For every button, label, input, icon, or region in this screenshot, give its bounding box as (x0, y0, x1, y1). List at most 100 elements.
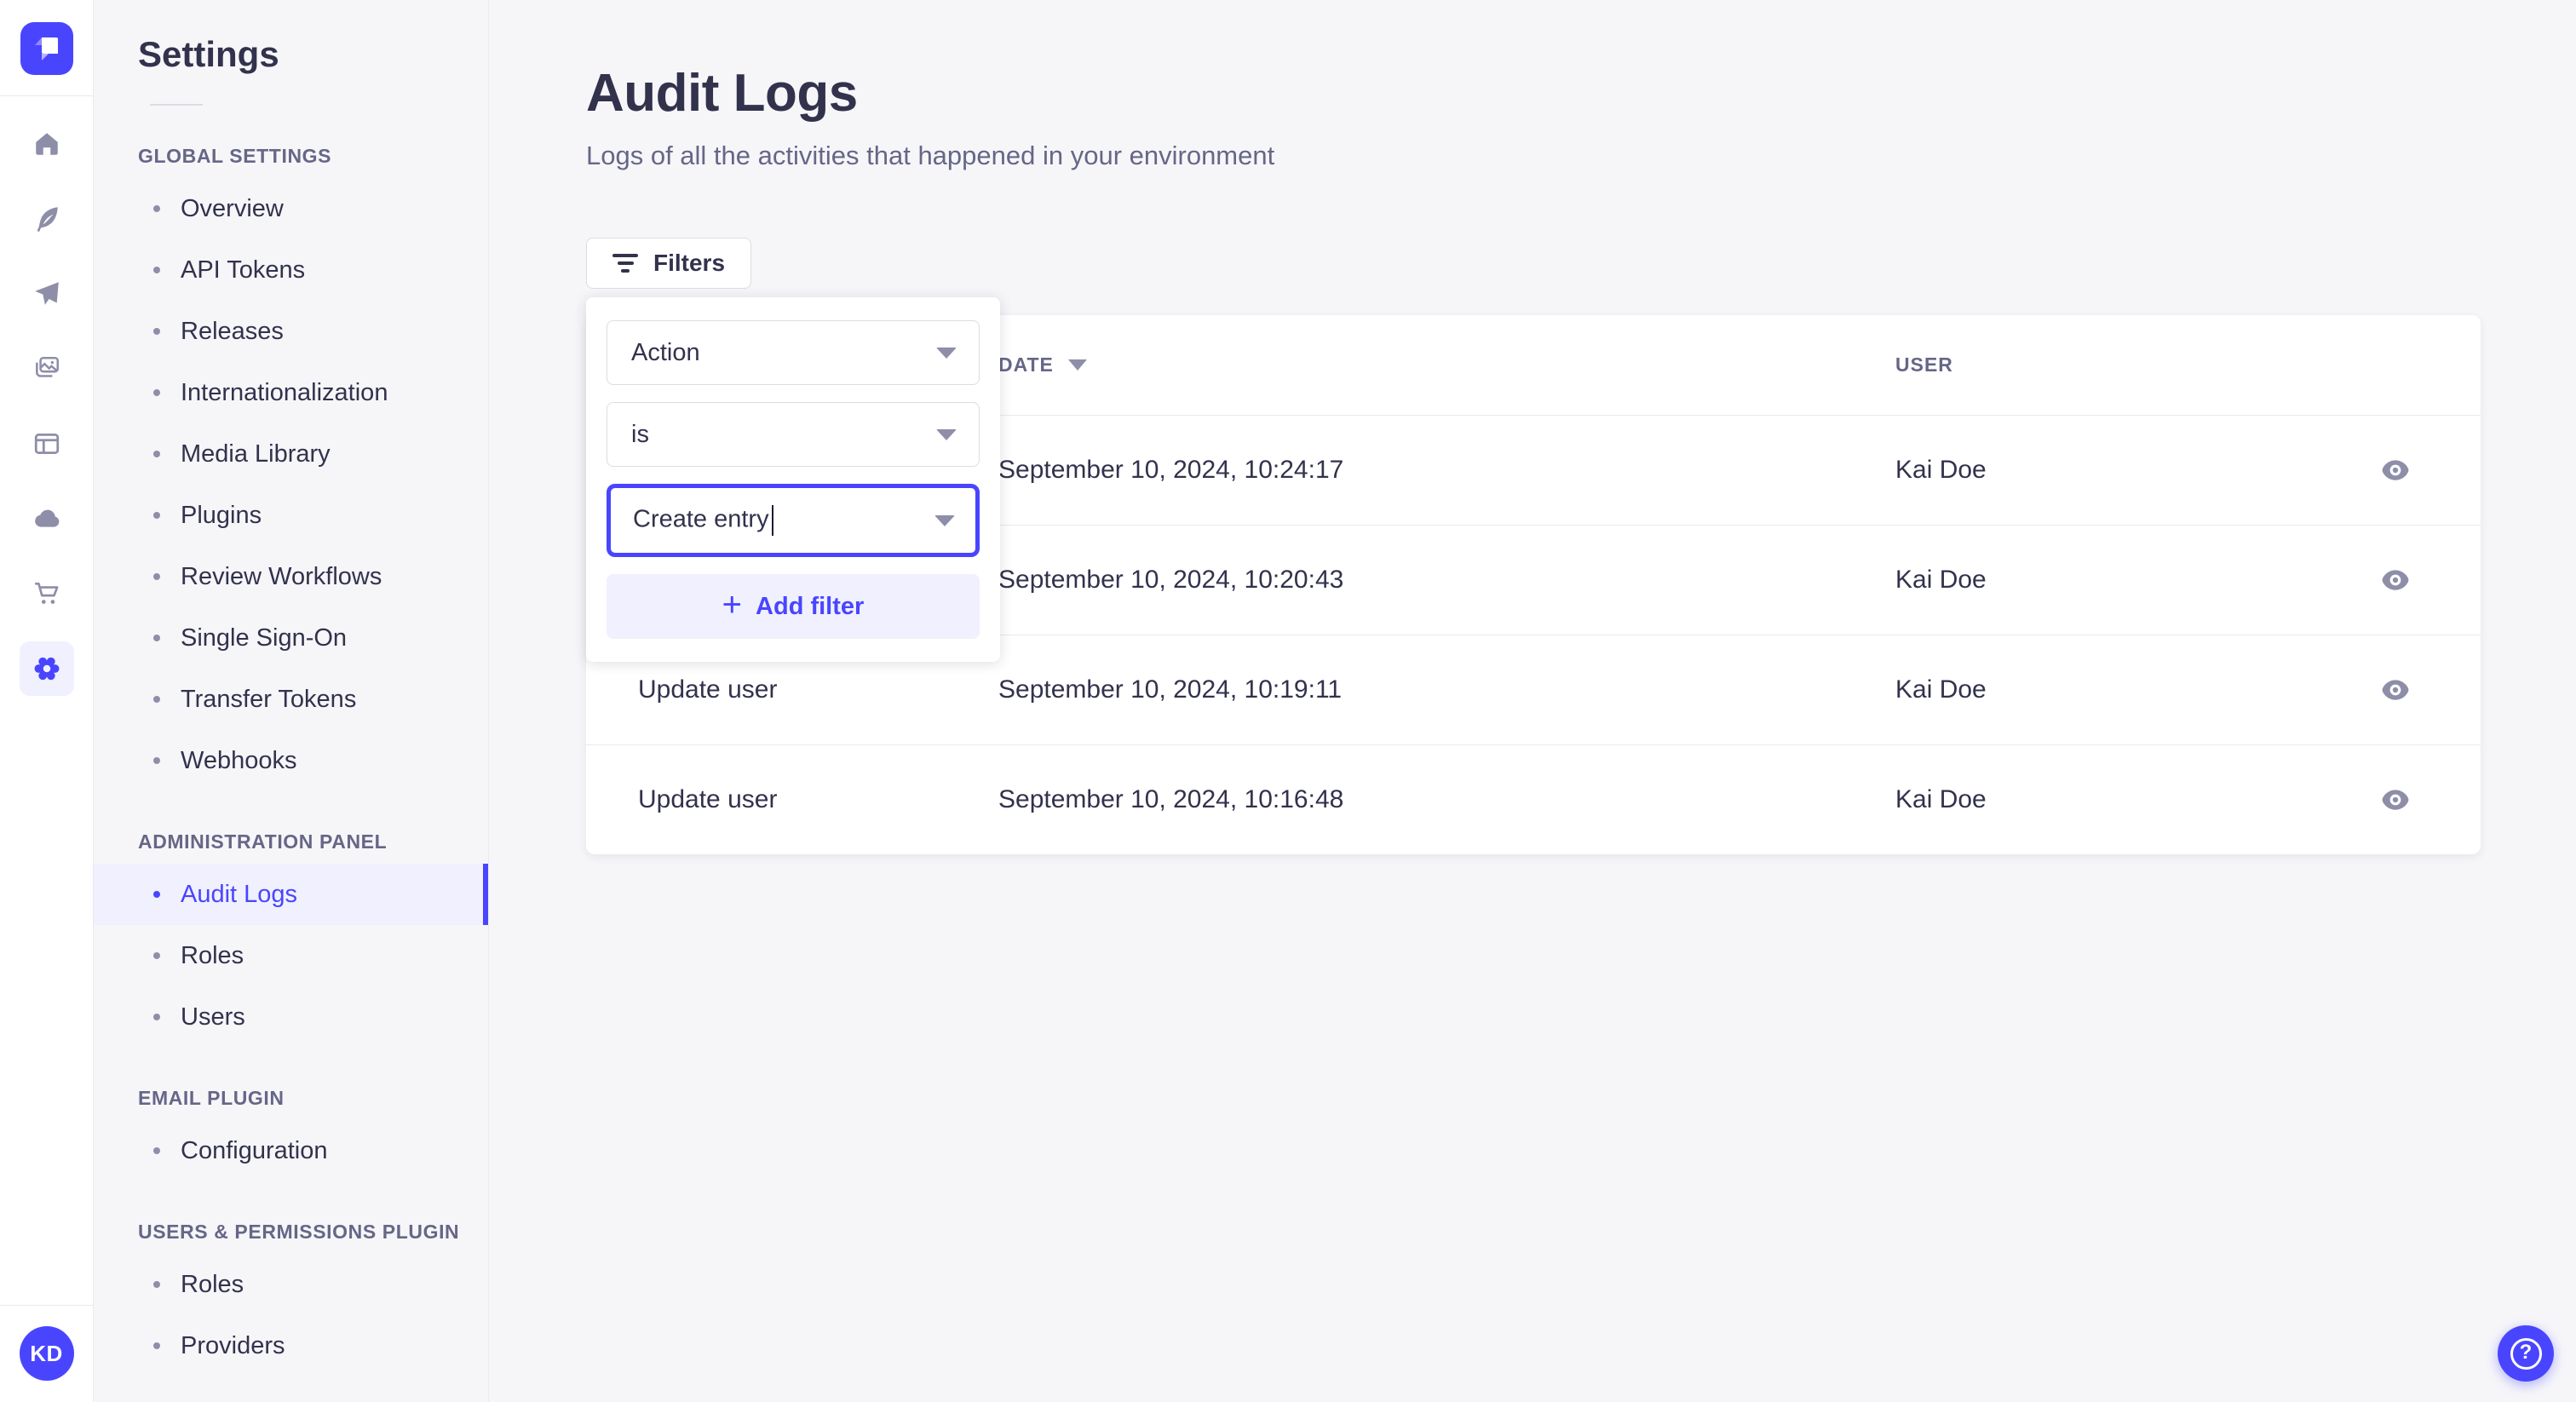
cell-user: Kai Doe (1895, 785, 1987, 813)
layout-icon (34, 433, 59, 455)
filter-operator-select[interactable]: is (607, 402, 980, 467)
plus-icon: + (722, 586, 743, 623)
nav-content-manager-button[interactable] (20, 417, 74, 471)
divider (0, 1305, 93, 1306)
nav-settings-button[interactable] (19, 641, 74, 696)
subnav-title: Settings (138, 34, 279, 74)
send-icon (34, 282, 59, 305)
bullet-icon (153, 1342, 160, 1349)
divider (150, 104, 203, 106)
bullet-icon (153, 1281, 160, 1288)
table-row[interactable]: Update user September 10, 2024, 10:16:48… (586, 744, 2481, 854)
section-administration-panel: ADMINISTRATION PANEL Audit Logs Roles Us… (94, 830, 488, 1048)
sidebar-item-plugins[interactable]: Plugins (94, 485, 488, 546)
bullet-icon (153, 267, 160, 273)
bullet-icon (153, 328, 160, 335)
nav-deploy-button[interactable] (20, 267, 74, 321)
eye-icon (2382, 790, 2409, 810)
bullet-icon (153, 891, 160, 898)
cell-action: Update user (638, 675, 778, 704)
sidebar-item-webhooks[interactable]: Webhooks (94, 730, 488, 791)
sidebar-item-overview[interactable]: Overview (94, 178, 488, 239)
bullet-icon (153, 512, 160, 519)
filter-operator-value: is (631, 420, 649, 448)
view-log-button[interactable] (2366, 660, 2425, 720)
cell-action: Update user (638, 785, 778, 813)
sidebar-item-api-tokens[interactable]: API Tokens (94, 239, 488, 301)
settings-subnav: Settings GLOBAL SETTINGS Overview API To… (94, 0, 489, 1402)
eye-icon (2382, 680, 2409, 700)
sidebar-item-media-library[interactable]: Media Library (94, 423, 488, 485)
eye-icon (2382, 570, 2409, 590)
sidebar-item-review-workflows[interactable]: Review Workflows (94, 546, 488, 607)
sort-desc-icon (1067, 359, 1087, 371)
view-log-button[interactable] (2366, 770, 2425, 830)
nav-home-button[interactable] (20, 117, 74, 171)
filters-button-label: Filters (653, 250, 726, 276)
nav-cloud-button[interactable] (20, 491, 74, 546)
bullet-icon (153, 757, 160, 764)
section-global-settings: GLOBAL SETTINGS Overview API Tokens Rele… (94, 145, 488, 791)
section-label: GLOBAL SETTINGS (138, 145, 332, 167)
filter-icon (612, 254, 638, 273)
bullet-icon (153, 573, 160, 580)
cloud-icon (34, 509, 59, 527)
section-label: USERS & PERMISSIONS PLUGIN (138, 1221, 460, 1243)
column-header-date[interactable]: DATE (998, 353, 1895, 376)
filter-attribute-select[interactable]: Action (607, 320, 980, 385)
cell-date: September 10, 2024, 10:19:11 (998, 675, 1343, 704)
add-filter-label: Add filter (756, 592, 865, 620)
avatar[interactable]: KD (19, 1326, 74, 1381)
help-icon: ? (2510, 1337, 2542, 1370)
cell-date: September 10, 2024, 10:20:43 (998, 566, 1344, 594)
cart-icon (34, 582, 58, 604)
filter-value-combobox[interactable]: Create entry (607, 484, 980, 557)
home-icon (35, 133, 58, 155)
bullet-icon (153, 1147, 160, 1154)
view-log-button[interactable] (2366, 550, 2425, 610)
chevron-down-icon (934, 514, 955, 526)
filter-popover: Action is Create entry + Add filter (586, 297, 1000, 662)
sidebar-item-single-sign-on[interactable]: Single Sign-On (94, 607, 488, 669)
cell-user: Kai Doe (1895, 675, 1987, 704)
nav-content-type-builder-button[interactable] (20, 192, 74, 246)
filter-attribute-value: Action (631, 338, 700, 366)
section-label: EMAIL PLUGIN (138, 1087, 285, 1109)
feather-icon (37, 207, 58, 233)
bullet-icon (153, 635, 160, 641)
page-subtitle: Logs of all the activities that happened… (586, 141, 1275, 170)
nav-media-library-button[interactable] (20, 342, 74, 396)
main-content: Audit Logs Logs of all the activities th… (489, 0, 2576, 1402)
strapi-logo[interactable] (20, 22, 73, 75)
cell-date: September 10, 2024, 10:16:48 (998, 785, 1344, 813)
page-title: Audit Logs (586, 64, 858, 123)
sidebar-item-releases[interactable]: Releases (94, 301, 488, 362)
eye-icon (2382, 460, 2409, 480)
view-log-button[interactable] (2366, 440, 2425, 500)
help-button[interactable]: ? (2498, 1325, 2554, 1382)
bullet-icon (153, 952, 160, 959)
cell-user: Kai Doe (1895, 456, 1987, 484)
add-filter-button[interactable]: + Add filter (607, 574, 980, 639)
media-library-icon (35, 356, 59, 377)
bullet-icon (153, 451, 160, 457)
filters-button[interactable]: Filters (586, 238, 752, 289)
sidebar-item-audit-logs[interactable]: Audit Logs (94, 864, 488, 925)
sidebar-item-transfer-tokens[interactable]: Transfer Tokens (94, 669, 488, 730)
rail-nav-icons (0, 96, 93, 696)
section-label: ADMINISTRATION PANEL (138, 830, 388, 853)
sidebar-item-email-configuration[interactable]: Configuration (94, 1120, 488, 1181)
sidebar-item-admin-roles[interactable]: Roles (94, 925, 488, 986)
chevron-down-icon (936, 428, 957, 440)
sidebar-item-up-providers[interactable]: Providers (94, 1315, 488, 1376)
rail-bottom: KD (0, 1305, 93, 1402)
section-email-plugin: EMAIL PLUGIN Configuration (94, 1087, 488, 1181)
nav-marketplace-button[interactable] (20, 566, 74, 621)
bullet-icon (153, 1014, 160, 1020)
sidebar-item-admin-users[interactable]: Users (94, 986, 488, 1048)
sidebar-item-internationalization[interactable]: Internationalization (94, 362, 488, 423)
text-caret (771, 505, 773, 536)
sidebar-item-up-roles[interactable]: Roles (94, 1254, 488, 1315)
chevron-down-icon (936, 347, 957, 359)
bullet-icon (153, 205, 160, 212)
